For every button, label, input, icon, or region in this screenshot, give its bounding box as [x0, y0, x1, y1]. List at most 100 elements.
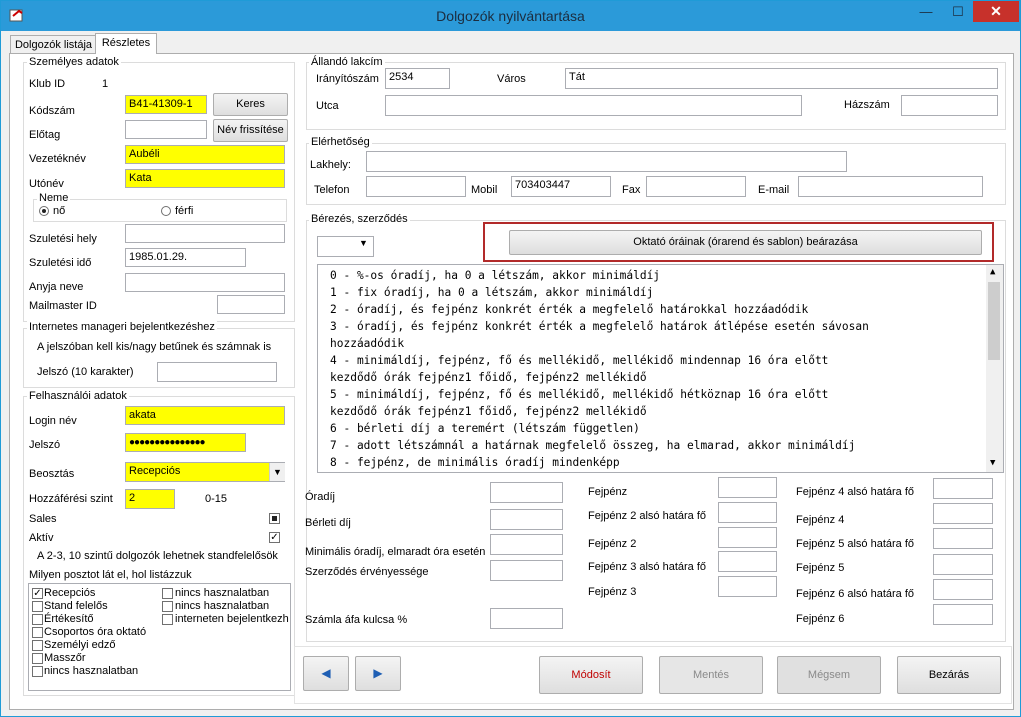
vezeteknev-field[interactable]: Aubéli: [125, 145, 285, 164]
fejpenz5-also-field[interactable]: [933, 528, 993, 549]
varos-field[interactable]: Tát: [565, 68, 998, 89]
fejpenz3-field[interactable]: [718, 576, 777, 597]
sales-check-mark: [272, 516, 277, 521]
tab-dolgozok-listaja[interactable]: Dolgozók listája: [10, 35, 97, 54]
post-ertekesito-label: Értékesítő: [44, 613, 94, 625]
post-ertekesito-checkbox[interactable]: [32, 614, 43, 625]
mode-line[interactable]: 5 - minimáldíj, fejpénz, fő és mellékidő…: [330, 386, 828, 403]
utonev-field[interactable]: Kata: [125, 169, 285, 188]
oradij-field[interactable]: [490, 482, 563, 503]
szerzodes-field[interactable]: [490, 560, 563, 581]
post-nincs-2-checkbox[interactable]: [162, 588, 173, 599]
mode-line[interactable]: 8 - fejpénz, de minimális óradíj mindenk…: [330, 454, 620, 471]
post-nincs-1-label: nincs hasznalatban: [44, 665, 139, 677]
tab-reszletes[interactable]: Részletes: [95, 33, 157, 54]
fejpenz6-also-field[interactable]: [933, 579, 993, 600]
beosztas-dropdown-icon[interactable]: ▼: [269, 463, 285, 481]
internet-jelszo-field[interactable]: [157, 362, 277, 382]
fejpenz6-also-label: Fejpénz 6 alsó határa fő: [796, 588, 915, 600]
post-szemelyi-edzo-checkbox[interactable]: [32, 640, 43, 651]
neme-group: [33, 199, 287, 222]
fejpenz6-field[interactable]: [933, 604, 993, 625]
password-note: A jelszóban kell kis/nagy betűnek és szá…: [37, 341, 272, 353]
billing-mode-list[interactable]: 0 - %-os óradíj, ha 0 a létszám, akkor m…: [317, 264, 1004, 473]
pricing-button[interactable]: Oktató óráinak (órarend és sablon) beára…: [509, 230, 982, 255]
post-csoportos-checkbox[interactable]: [32, 627, 43, 638]
mode-line[interactable]: 6 - bérleti díj a teremért (létszám függ…: [330, 420, 640, 437]
telefon-field[interactable]: [366, 176, 466, 197]
utca-field[interactable]: [385, 95, 802, 116]
scroll-thumb[interactable]: [988, 282, 1000, 360]
mode-line[interactable]: 1 - fix óradíj, ha 0 a létszám, akkor mi…: [330, 284, 653, 301]
post-nincs-1-checkbox[interactable]: [32, 666, 43, 677]
bezaras-button[interactable]: Bezárás: [897, 656, 1001, 694]
mobil-field[interactable]: 703403447: [511, 176, 611, 197]
mode-line[interactable]: hozzáadódik: [330, 335, 404, 352]
nev-frissitese-button[interactable]: Név frissítése: [213, 119, 288, 142]
list-scrollbar[interactable]: ▲ ▼: [986, 265, 1003, 472]
fejpenz2-also-field[interactable]: [718, 502, 777, 523]
anyja-neve-field[interactable]: [125, 273, 285, 292]
posts-list: ✓ Recepciós Stand felelős Értékesítő Cso…: [28, 583, 291, 691]
mode-line[interactable]: kezdődő órák fejpénz1 főidő, fejpénz2 me…: [330, 369, 647, 386]
internet-jelszo-label: Jelszó (10 karakter): [37, 366, 134, 378]
hozzaferes-field[interactable]: 2: [125, 489, 175, 509]
contact-legend: Elérhetőség: [309, 136, 372, 148]
fejpenz-field[interactable]: [718, 477, 777, 498]
mode-line[interactable]: 2 - óradíj, és fejpénz konkrét érték a m…: [330, 301, 808, 318]
szuletesi-hely-field[interactable]: [125, 224, 285, 243]
fax-field[interactable]: [646, 176, 746, 197]
neme-no-radio[interactable]: [39, 206, 49, 216]
mode-line[interactable]: 7 - adott létszámnál a határnak megfelel…: [330, 437, 855, 454]
personal-legend: Személyes adatok: [27, 56, 121, 68]
scroll-down-icon[interactable]: ▼: [990, 458, 995, 468]
login-field[interactable]: akata: [125, 406, 285, 425]
fejpenz4-also-field[interactable]: [933, 478, 993, 499]
hazszam-field[interactable]: [901, 95, 998, 116]
mode-line[interactable]: 4 - minimáldíj, fejpénz, fő és mellékidő…: [330, 352, 828, 369]
aktiv-checkbox[interactable]: ✓: [269, 532, 280, 543]
close-button[interactable]: ✕: [973, 1, 1019, 22]
post-internet-checkbox[interactable]: [162, 614, 173, 625]
lakhely-field[interactable]: [366, 151, 847, 172]
klub-id-value: 1: [102, 78, 109, 90]
scroll-up-icon[interactable]: ▲: [990, 267, 995, 277]
neme-ferfi-radio[interactable]: [161, 206, 171, 216]
keres-button[interactable]: Keres: [213, 93, 288, 116]
billing-mode-dropdown-icon[interactable]: ▼: [359, 238, 368, 248]
prev-record-button[interactable]: ◀: [303, 656, 349, 691]
minimize-button[interactable]: —: [911, 1, 941, 22]
user-jelszo-field[interactable]: ●●●●●●●●●●●●●●●: [125, 433, 246, 452]
kodszam-field[interactable]: B41-41309-1: [125, 95, 207, 114]
vezeteknev-label: Vezetéknév: [29, 153, 86, 165]
mode-line[interactable]: kezdődő órák fejpénz1 főidő, fejpénz2 me…: [330, 403, 647, 420]
post-recepcios-checkbox[interactable]: ✓: [32, 588, 43, 599]
mailmaster-field[interactable]: [217, 295, 285, 314]
mentes-button[interactable]: Mentés: [659, 656, 763, 694]
post-masszor-checkbox[interactable]: [32, 653, 43, 664]
post-stand-felelos-checkbox[interactable]: [32, 601, 43, 612]
beosztas-select[interactable]: Recepciós: [125, 462, 285, 482]
next-record-button[interactable]: ▶: [355, 656, 401, 691]
fejpenz2-field[interactable]: [718, 527, 777, 548]
fejpenz4-field[interactable]: [933, 503, 993, 524]
sales-checkbox[interactable]: [269, 513, 280, 524]
afa-field[interactable]: [490, 608, 563, 629]
maximize-button[interactable]: ☐: [943, 1, 973, 22]
fejpenz3-also-field[interactable]: [718, 551, 777, 572]
berleti-dij-field[interactable]: [490, 509, 563, 530]
mode-line[interactable]: 3 - óradíj, és fejpénz konkrét érték a m…: [330, 318, 869, 335]
minimalis-oradij-field[interactable]: [490, 534, 563, 555]
post-nincs-3-checkbox[interactable]: [162, 601, 173, 612]
mode-line[interactable]: 0 - %-os óradíj, ha 0 a létszám, akkor m…: [330, 267, 660, 284]
modosit-button[interactable]: Módosít: [539, 656, 643, 694]
neme-legend: Neme: [37, 192, 71, 204]
fejpenz5-label: Fejpénz 5: [796, 562, 845, 574]
afa-label: Számla áfa kulcsa %: [305, 614, 408, 626]
elotag-field[interactable]: [125, 120, 207, 139]
megsem-button[interactable]: Mégsem: [777, 656, 881, 694]
fejpenz5-field[interactable]: [933, 554, 993, 575]
email-field[interactable]: [798, 176, 983, 197]
szuletesi-ido-field[interactable]: 1985.01.29.: [125, 248, 246, 267]
iranyitoszam-field[interactable]: 2534: [385, 68, 450, 89]
